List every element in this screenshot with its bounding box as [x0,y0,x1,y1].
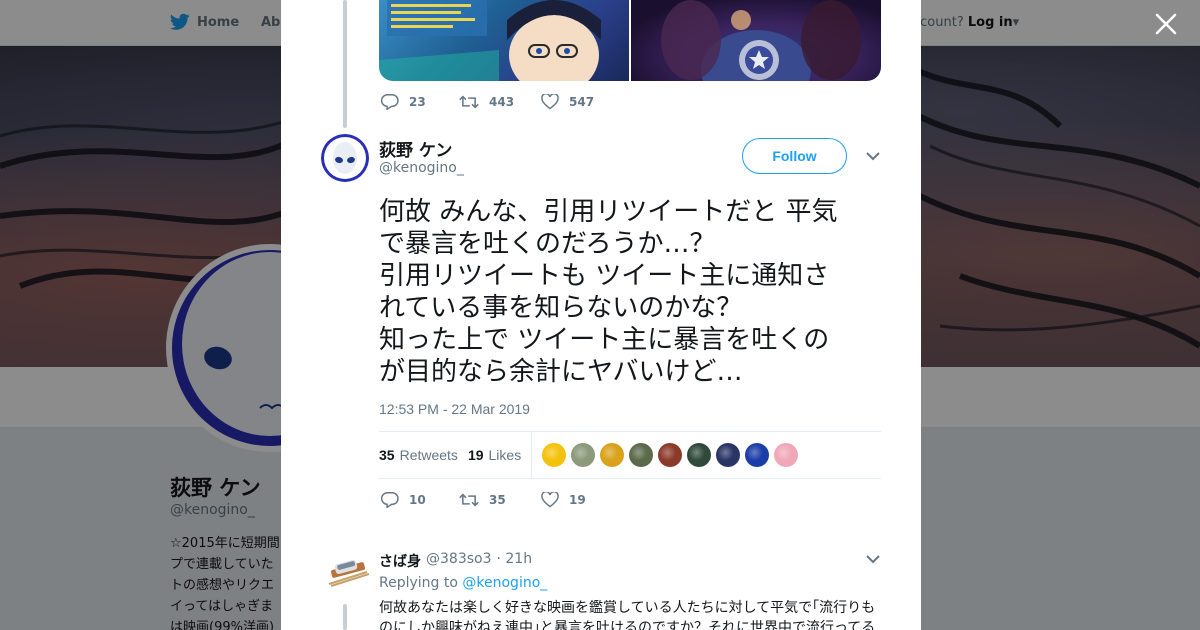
liker-avatar[interactable] [774,443,799,467]
liker-avatars [542,443,799,467]
tweet-text-line: が目的なら余計にヤバいけど… [379,357,743,387]
reply-avatar[interactable] [327,554,371,588]
tweet-text-line: 知った上で ツイート主に暴言を吐くの [379,325,830,355]
tweet-stats: 35 Retweets 19 Likes [379,431,881,479]
previous-tweet-actions: 23 443 547 [381,94,594,110]
chevron-down-icon[interactable] [866,151,880,161]
reply-header: さば身 @383so3 · 21h [379,551,532,571]
like-icon [541,492,559,508]
reply-text: 何故あなたは楽しく好きな映画を鑑賞している人たちに対して平気で｢流行りも のにし… [379,598,881,630]
reply-text-line: 何故あなたは楽しく好きな映画を鑑賞している人たちに対して平気で｢流行りも [379,600,876,616]
author-handle[interactable]: @kenogino_ [379,160,464,176]
reply-button[interactable]: 23 [381,94,459,110]
likes-stat[interactable]: 19 Likes [468,447,521,463]
thread-line [343,0,347,128]
tweet-timestamp[interactable]: 12:53 PM - 22 Mar 2019 [379,401,530,417]
liker-avatar[interactable] [542,443,567,467]
author-name[interactable]: 荻野 ケン [379,136,452,161]
retweet-count: 35 [489,493,506,507]
reply-button[interactable]: 10 [381,492,459,508]
like-button[interactable]: 547 [541,94,594,110]
like-icon [541,94,559,110]
reply-thread-line [343,604,347,630]
replying-to-link[interactable]: @kenogino_ [462,575,547,591]
reply-icon [381,94,399,110]
retweets-count: 35 [379,447,395,463]
tweet-text-line: 引用リツイートも ツイート主に通知さ [379,261,830,291]
reply-text-line: のにしか興味がねえ連中｣と暴言を吐けるのですか？それに世界中で流行ってる [379,620,876,630]
liker-avatar[interactable] [600,443,625,467]
replying-to: Replying to @kenogino_ [379,575,547,591]
like-button[interactable]: 19 [541,492,586,508]
tweet-actions: 10 35 19 [381,492,586,508]
reply-icon [381,492,399,508]
likes-count: 19 [467,447,484,463]
liker-avatar[interactable] [687,443,712,467]
liker-avatar[interactable] [716,443,741,467]
alien-avatar-icon [321,134,369,182]
likes-label: Likes [488,447,522,463]
follow-button[interactable]: Follow [742,138,847,174]
author-avatar[interactable] [321,134,369,182]
tweet-text: 何故 みんな、引用リツイートだと 平気 で暴言を吐くのだろうか…？ 引用リツイー… [379,196,881,388]
tweet-text-line: 何故 みんな、引用リツイートだと 平気 [379,197,838,227]
close-icon[interactable] [1154,12,1178,36]
reply-author-handle[interactable]: @383so3 [426,551,492,571]
reply-time[interactable]: · 21h [497,551,533,571]
reply-count: 10 [409,493,426,507]
chevron-down-icon[interactable] [866,554,880,564]
retweets-label: Retweets [399,447,458,463]
retweet-icon [459,95,479,109]
tweet-text-line: で暴言を吐くのだろうか…？ [379,229,716,259]
liker-avatar[interactable] [658,443,683,467]
retweets-stat[interactable]: 35 Retweets [379,447,458,463]
media-image-anime[interactable] [379,0,629,81]
retweet-button[interactable]: 443 [459,94,541,110]
retweet-icon [459,493,479,507]
liker-avatar[interactable] [571,443,596,467]
liker-avatar[interactable] [745,443,770,467]
tweet-text-line: れている事を知らないのかな？ [379,293,743,323]
previous-tweet-media[interactable] [379,0,881,81]
replying-prefix: Replying to [379,575,458,591]
like-count: 19 [569,493,586,507]
retweet-count: 443 [489,95,515,109]
media-image-poster[interactable] [631,0,881,81]
reply-count: 23 [409,95,426,109]
liker-avatar[interactable] [629,443,654,467]
retweet-button[interactable]: 35 [459,492,541,508]
stats-divider [531,431,533,479]
reply-author-name[interactable]: さば身 [379,551,421,571]
like-count: 547 [569,95,595,109]
